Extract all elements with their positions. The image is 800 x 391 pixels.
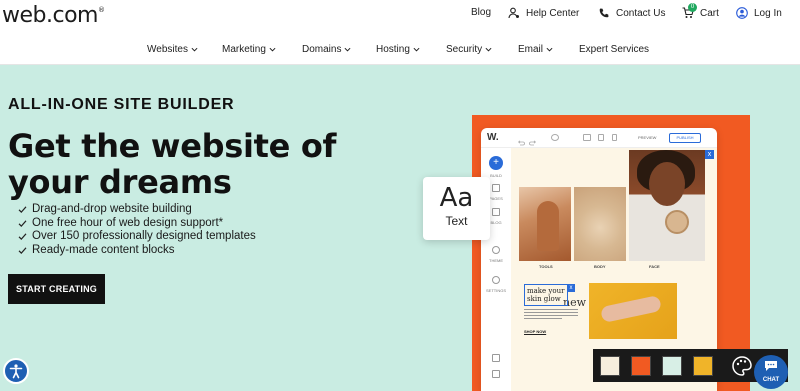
feature-list: Drag-and-drop website building One free … (18, 203, 256, 257)
chevron-down-icon (485, 47, 492, 52)
nav-item-websites[interactable]: Websites (147, 44, 198, 55)
help-person-icon (508, 7, 519, 19)
blog-link-label: Blog (471, 7, 492, 18)
cart-count-badge: 0 (688, 3, 697, 12)
user-circle-icon (736, 7, 748, 19)
theme-icon (492, 246, 500, 254)
caption-tools: TOOLS (539, 264, 553, 269)
build-plus-icon: + (489, 156, 503, 170)
checkmark-icon (18, 247, 27, 254)
chevron-down-icon (269, 47, 276, 52)
nav-item-domains[interactable]: Domains (302, 44, 351, 55)
builder-logo: W. (487, 132, 499, 143)
color-swatch (693, 356, 713, 376)
preview-label: PREVIEW (638, 135, 657, 140)
text-tool-card: Aa Text (423, 177, 490, 240)
color-swatch (631, 356, 651, 376)
caption-body: BODY (594, 264, 606, 269)
desktop-view-icon (583, 134, 591, 141)
pages-icon (492, 184, 500, 192)
feature-text: One free hour of web design support* (32, 216, 224, 229)
chat-label: CHAT (762, 377, 780, 383)
hero-eyebrow: ALL-IN-ONE SITE BUILDER (8, 96, 235, 113)
caption-face: FACE (649, 264, 660, 269)
login-label: Log In (754, 7, 782, 19)
history-icon (551, 134, 559, 141)
text-tool-glyph: Aa (439, 183, 474, 213)
promo-paragraph-placeholder (524, 309, 578, 319)
nav-item-label: Marketing (222, 44, 266, 55)
close-icon: x (567, 284, 575, 292)
nav-item-marketing[interactable]: Marketing (222, 44, 276, 55)
chat-button[interactable]: CHAT (754, 355, 788, 389)
model-face (649, 162, 685, 206)
text-tool-label: Text (445, 214, 468, 228)
start-creating-button[interactable]: START CREATING (8, 274, 105, 304)
settings-gear-icon (492, 276, 500, 284)
brand-logo-text: web.com (2, 3, 98, 28)
brand-logo[interactable]: web.com® (2, 3, 105, 28)
sidebar-label-theme: THEME (489, 258, 503, 263)
blog-icon (492, 208, 500, 216)
feature-text: Over 150 professionally designed templat… (32, 230, 256, 242)
main-nav: Websites Marketing Domains Hosting Secur… (0, 34, 800, 65)
checkmark-icon (18, 206, 27, 214)
nav-item-label: Hosting (376, 44, 410, 55)
contact-us-label: Contact Us (616, 7, 666, 19)
help-icon (492, 370, 500, 378)
login-link[interactable]: Log In (736, 7, 782, 19)
body-scrub-photo (574, 187, 626, 261)
chevron-down-icon (344, 47, 351, 52)
feature-item: One free hour of web design support* (18, 217, 256, 231)
chevron-down-icon (413, 47, 420, 52)
nav-item-label: Domains (302, 44, 342, 55)
nav-item-label: Websites (147, 44, 188, 55)
utility-bar: web.com® Blog Help Center Contact Us Car… (0, 0, 800, 34)
checkmark-icon (18, 233, 27, 241)
cart-label: Cart (700, 7, 719, 19)
nav-item-security[interactable]: Security (446, 44, 492, 55)
nav-item-label: Email (518, 44, 544, 55)
accessibility-button[interactable] (3, 358, 29, 384)
color-swatch (662, 356, 682, 376)
builder-toolbar: W. PREVIEW PUBLISH (481, 128, 717, 148)
hero-headline: Get the website of your dreams (8, 127, 337, 201)
feature-item: Drag-and-drop website building (18, 203, 256, 217)
contact-us-link[interactable]: Contact Us (598, 7, 665, 19)
chevron-down-icon (191, 47, 198, 52)
phone-icon (599, 8, 609, 18)
redo-icon (529, 134, 537, 146)
nav-item-hosting[interactable]: Hosting (376, 44, 420, 55)
undo-icon (517, 134, 525, 146)
blog-link[interactable]: Blog (471, 7, 491, 18)
checkmark-icon (18, 220, 27, 227)
color-swatch (600, 356, 620, 376)
help-center-label: Help Center (526, 7, 580, 19)
chat-bubble-icon (765, 361, 777, 371)
sidebar-label-settings: SETTINGS (485, 288, 506, 293)
feature-item: Ready-made content blocks (18, 244, 256, 258)
help-center-link[interactable]: Help Center (508, 7, 579, 19)
close-icon: x (705, 150, 714, 159)
hair-product-photo (519, 187, 571, 261)
lock-icon (492, 354, 500, 362)
feature-text: Ready-made content blocks (32, 243, 175, 256)
nav-item-email[interactable]: Email (518, 44, 553, 55)
cream-jar (665, 210, 689, 234)
palette-icon (732, 356, 752, 376)
publish-button: PUBLISH (669, 133, 701, 143)
feature-item: Over 150 professionally designed templat… (18, 230, 256, 244)
nav-item-expert-services[interactable]: Expert Services (579, 44, 649, 55)
tablet-view-icon (598, 134, 604, 141)
chevron-down-icon (546, 47, 553, 52)
shop-now-link: SHOP NOW (524, 329, 547, 334)
registered-mark: ® (97, 6, 105, 14)
nav-item-label: Expert Services (579, 44, 650, 55)
feature-text: Drag-and-drop website building (32, 203, 192, 215)
mobile-view-icon (612, 134, 617, 141)
accessibility-icon (9, 364, 23, 379)
nav-item-label: Security (446, 44, 483, 55)
promo-heading: make your skin glow (524, 284, 568, 306)
